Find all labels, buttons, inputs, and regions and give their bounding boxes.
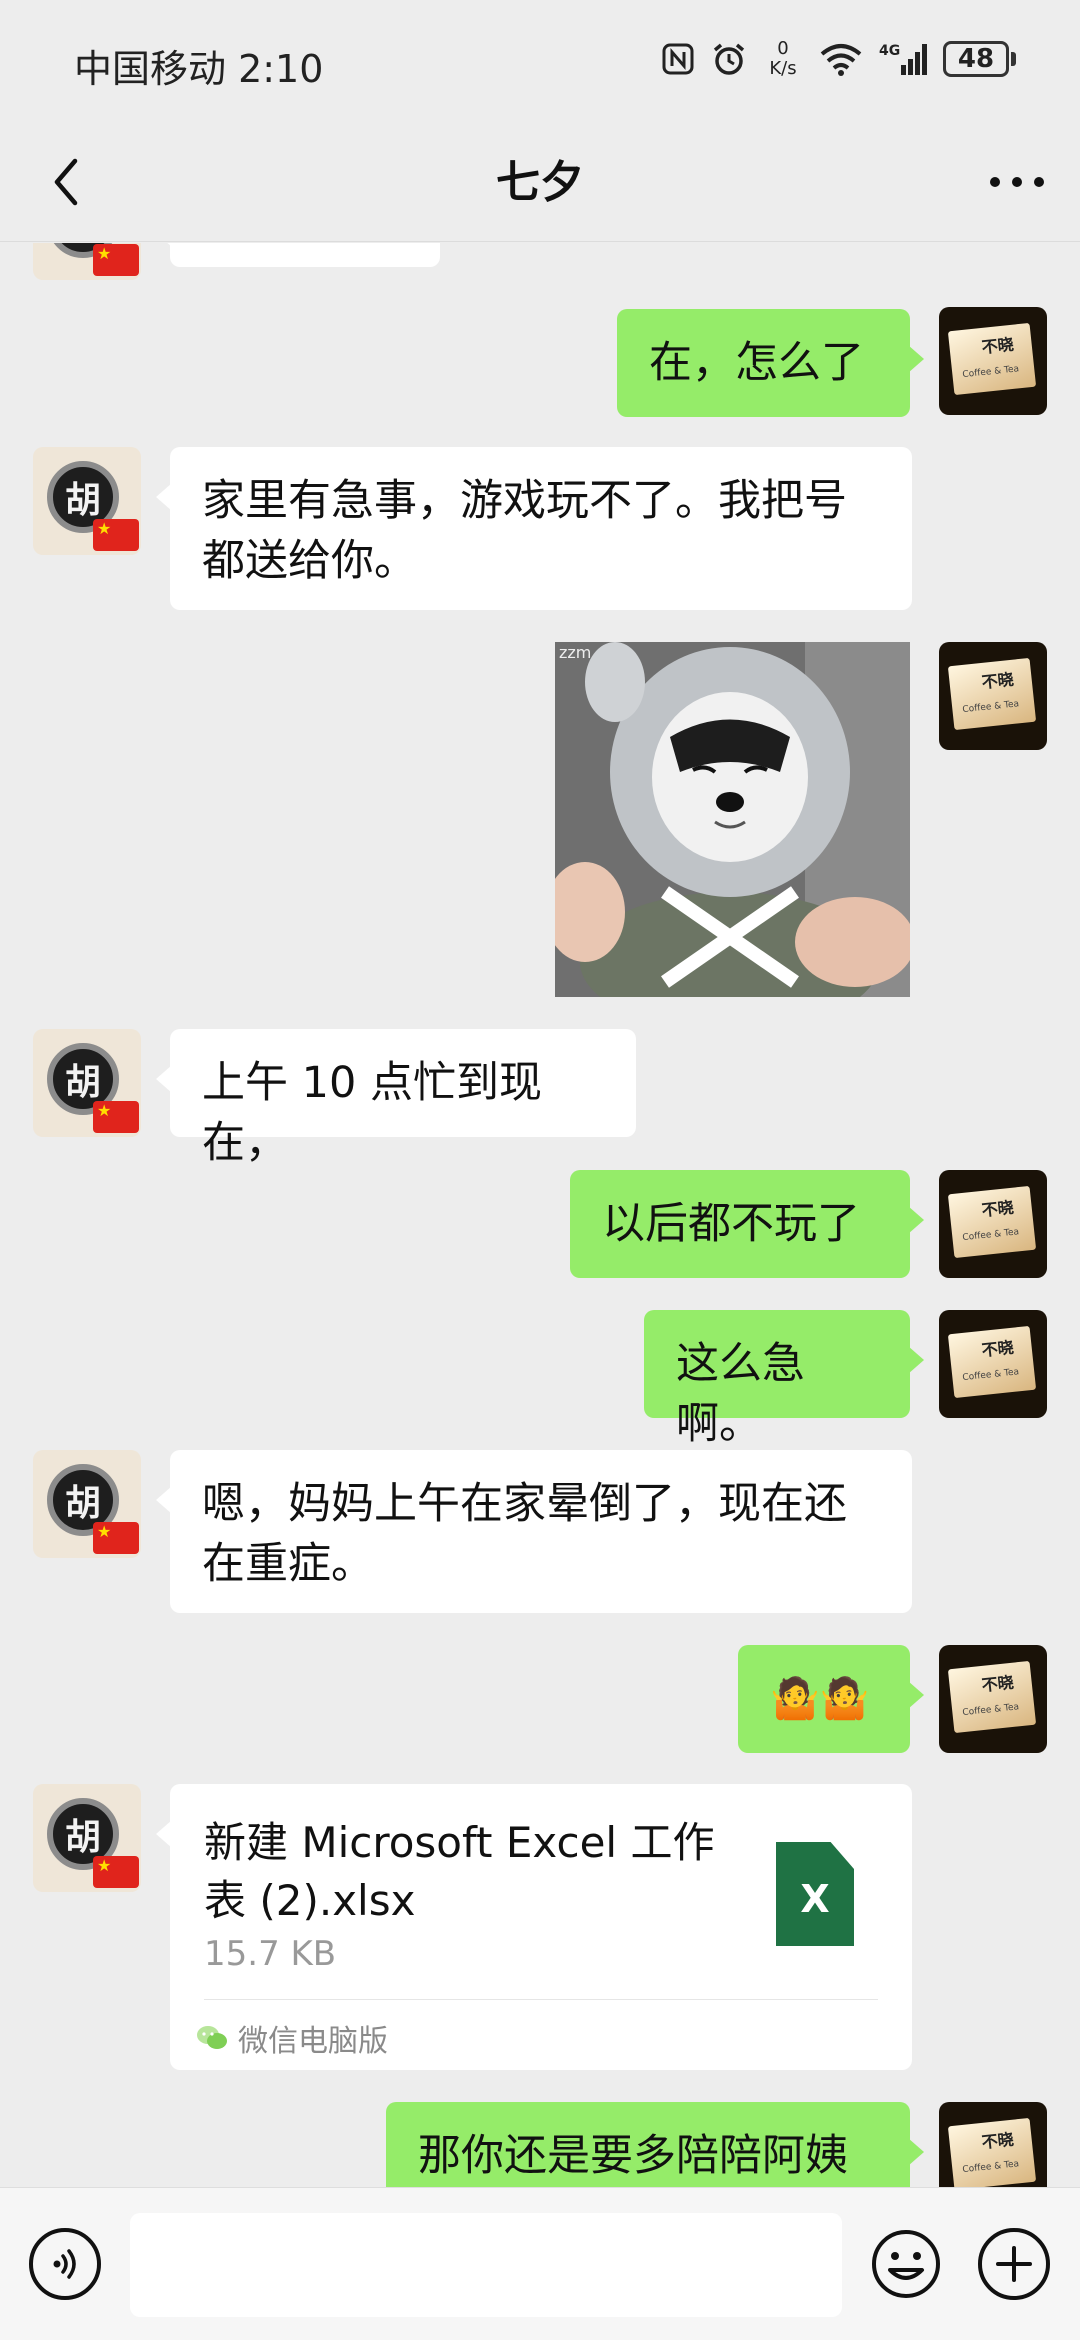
emoji-button[interactable] — [870, 2228, 942, 2300]
message-list[interactable]: 胡 在，怎么了 不晓Coffee & Tea 胡 家里有急事，游戏玩不了。我把号… — [0, 243, 1080, 2187]
my-avatar[interactable]: 不晓 Coffee & Tea — [939, 307, 1047, 415]
flag-icon — [93, 1522, 139, 1554]
more-dots-icon — [990, 177, 1044, 187]
message-input[interactable] — [130, 2213, 842, 2317]
file-source: 微信电脑版 — [196, 2016, 388, 2060]
battery-indicator: 48 — [943, 41, 1016, 77]
contact-avatar[interactable]: 胡 — [33, 1029, 141, 1137]
flag-icon — [93, 519, 139, 551]
shrug-emoji: 🤷🤷 — [770, 1676, 870, 1722]
message-bubble-incoming[interactable]: 上午 10 点忙到现在， — [156, 1029, 636, 1168]
file-size: 15.7 KB — [204, 1934, 337, 1974]
svg-text:zzm: zzm — [559, 643, 591, 662]
message-bubble-outgoing[interactable]: 在，怎么了 — [617, 309, 924, 417]
excel-file-icon: X — [776, 1842, 854, 1946]
signal-icon: 4G — [879, 41, 927, 77]
contact-avatar[interactable]: 胡 — [33, 1784, 141, 1892]
alarm-icon — [711, 41, 747, 77]
message-bubble-partial[interactable] — [156, 243, 440, 267]
message-bubble-incoming[interactable]: 嗯，妈妈上午在家晕倒了，现在还 在重症。 — [156, 1450, 912, 1613]
chat-header: 七夕 — [0, 120, 1080, 242]
voice-button[interactable] — [29, 2228, 101, 2300]
divider — [204, 1999, 878, 2000]
flag-icon — [93, 244, 139, 276]
message-bubble-emoji[interactable]: 🤷🤷 — [738, 1645, 924, 1753]
message-bubble-outgoing[interactable]: 以后都不玩了 — [570, 1170, 924, 1278]
wifi-icon — [819, 42, 863, 76]
flag-icon — [93, 1101, 139, 1133]
my-avatar[interactable]: 不晓 Coffee & Tea — [939, 2102, 1047, 2187]
more-functions-button[interactable] — [978, 2228, 1050, 2300]
file-name: 新建 Microsoft Excel 工作 表 (2).xlsx — [204, 1818, 715, 1925]
contact-avatar[interactable]: 胡 — [33, 243, 141, 280]
message-bubble-outgoing[interactable]: 那你还是要多陪陪阿姨 — [386, 2102, 924, 2187]
input-bar — [0, 2187, 1080, 2340]
message-bubble-outgoing[interactable]: 这么急啊。 — [644, 1310, 924, 1449]
voice-icon — [53, 2249, 76, 2279]
carrier-time: 中国移动 2:10 — [74, 47, 324, 91]
file-message-card[interactable]: 新建 Microsoft Excel 工作 表 (2).xlsx 15.7 KB… — [156, 1784, 912, 2070]
svg-text:4G: 4G — [879, 43, 900, 59]
chat-title: 七夕 — [496, 157, 584, 208]
status-bar: 中国移动 2:10 0 K/s 4G 48 — [0, 0, 1080, 120]
plus-icon — [996, 2246, 1032, 2282]
emoji-icon — [872, 2230, 940, 2298]
my-avatar[interactable]: 不晓 Coffee & Tea — [939, 1170, 1047, 1278]
nfc-icon — [661, 42, 695, 76]
flag-icon — [93, 1856, 139, 1888]
puppy-sticker-image: zzm — [555, 642, 910, 997]
status-icons: 0 K/s 4G 48 — [661, 36, 1016, 82]
contact-avatar[interactable]: 胡 — [33, 447, 141, 555]
my-avatar[interactable]: 不晓 Coffee & Tea — [939, 1645, 1047, 1753]
my-avatar[interactable]: 不晓 Coffee & Tea — [939, 1310, 1047, 1418]
contact-avatar[interactable]: 胡 — [33, 1450, 141, 1558]
net-speed: 0 K/s — [769, 38, 797, 79]
more-button[interactable] — [982, 152, 1052, 212]
my-avatar[interactable]: 不晓 Coffee & Tea — [939, 642, 1047, 750]
message-bubble-incoming[interactable]: 家里有急事，游戏玩不了。我把号 都送给你。 — [156, 447, 912, 610]
wechat-pc-icon — [197, 2026, 227, 2049]
puppy-sticker[interactable]: zzm — [555, 642, 910, 997]
